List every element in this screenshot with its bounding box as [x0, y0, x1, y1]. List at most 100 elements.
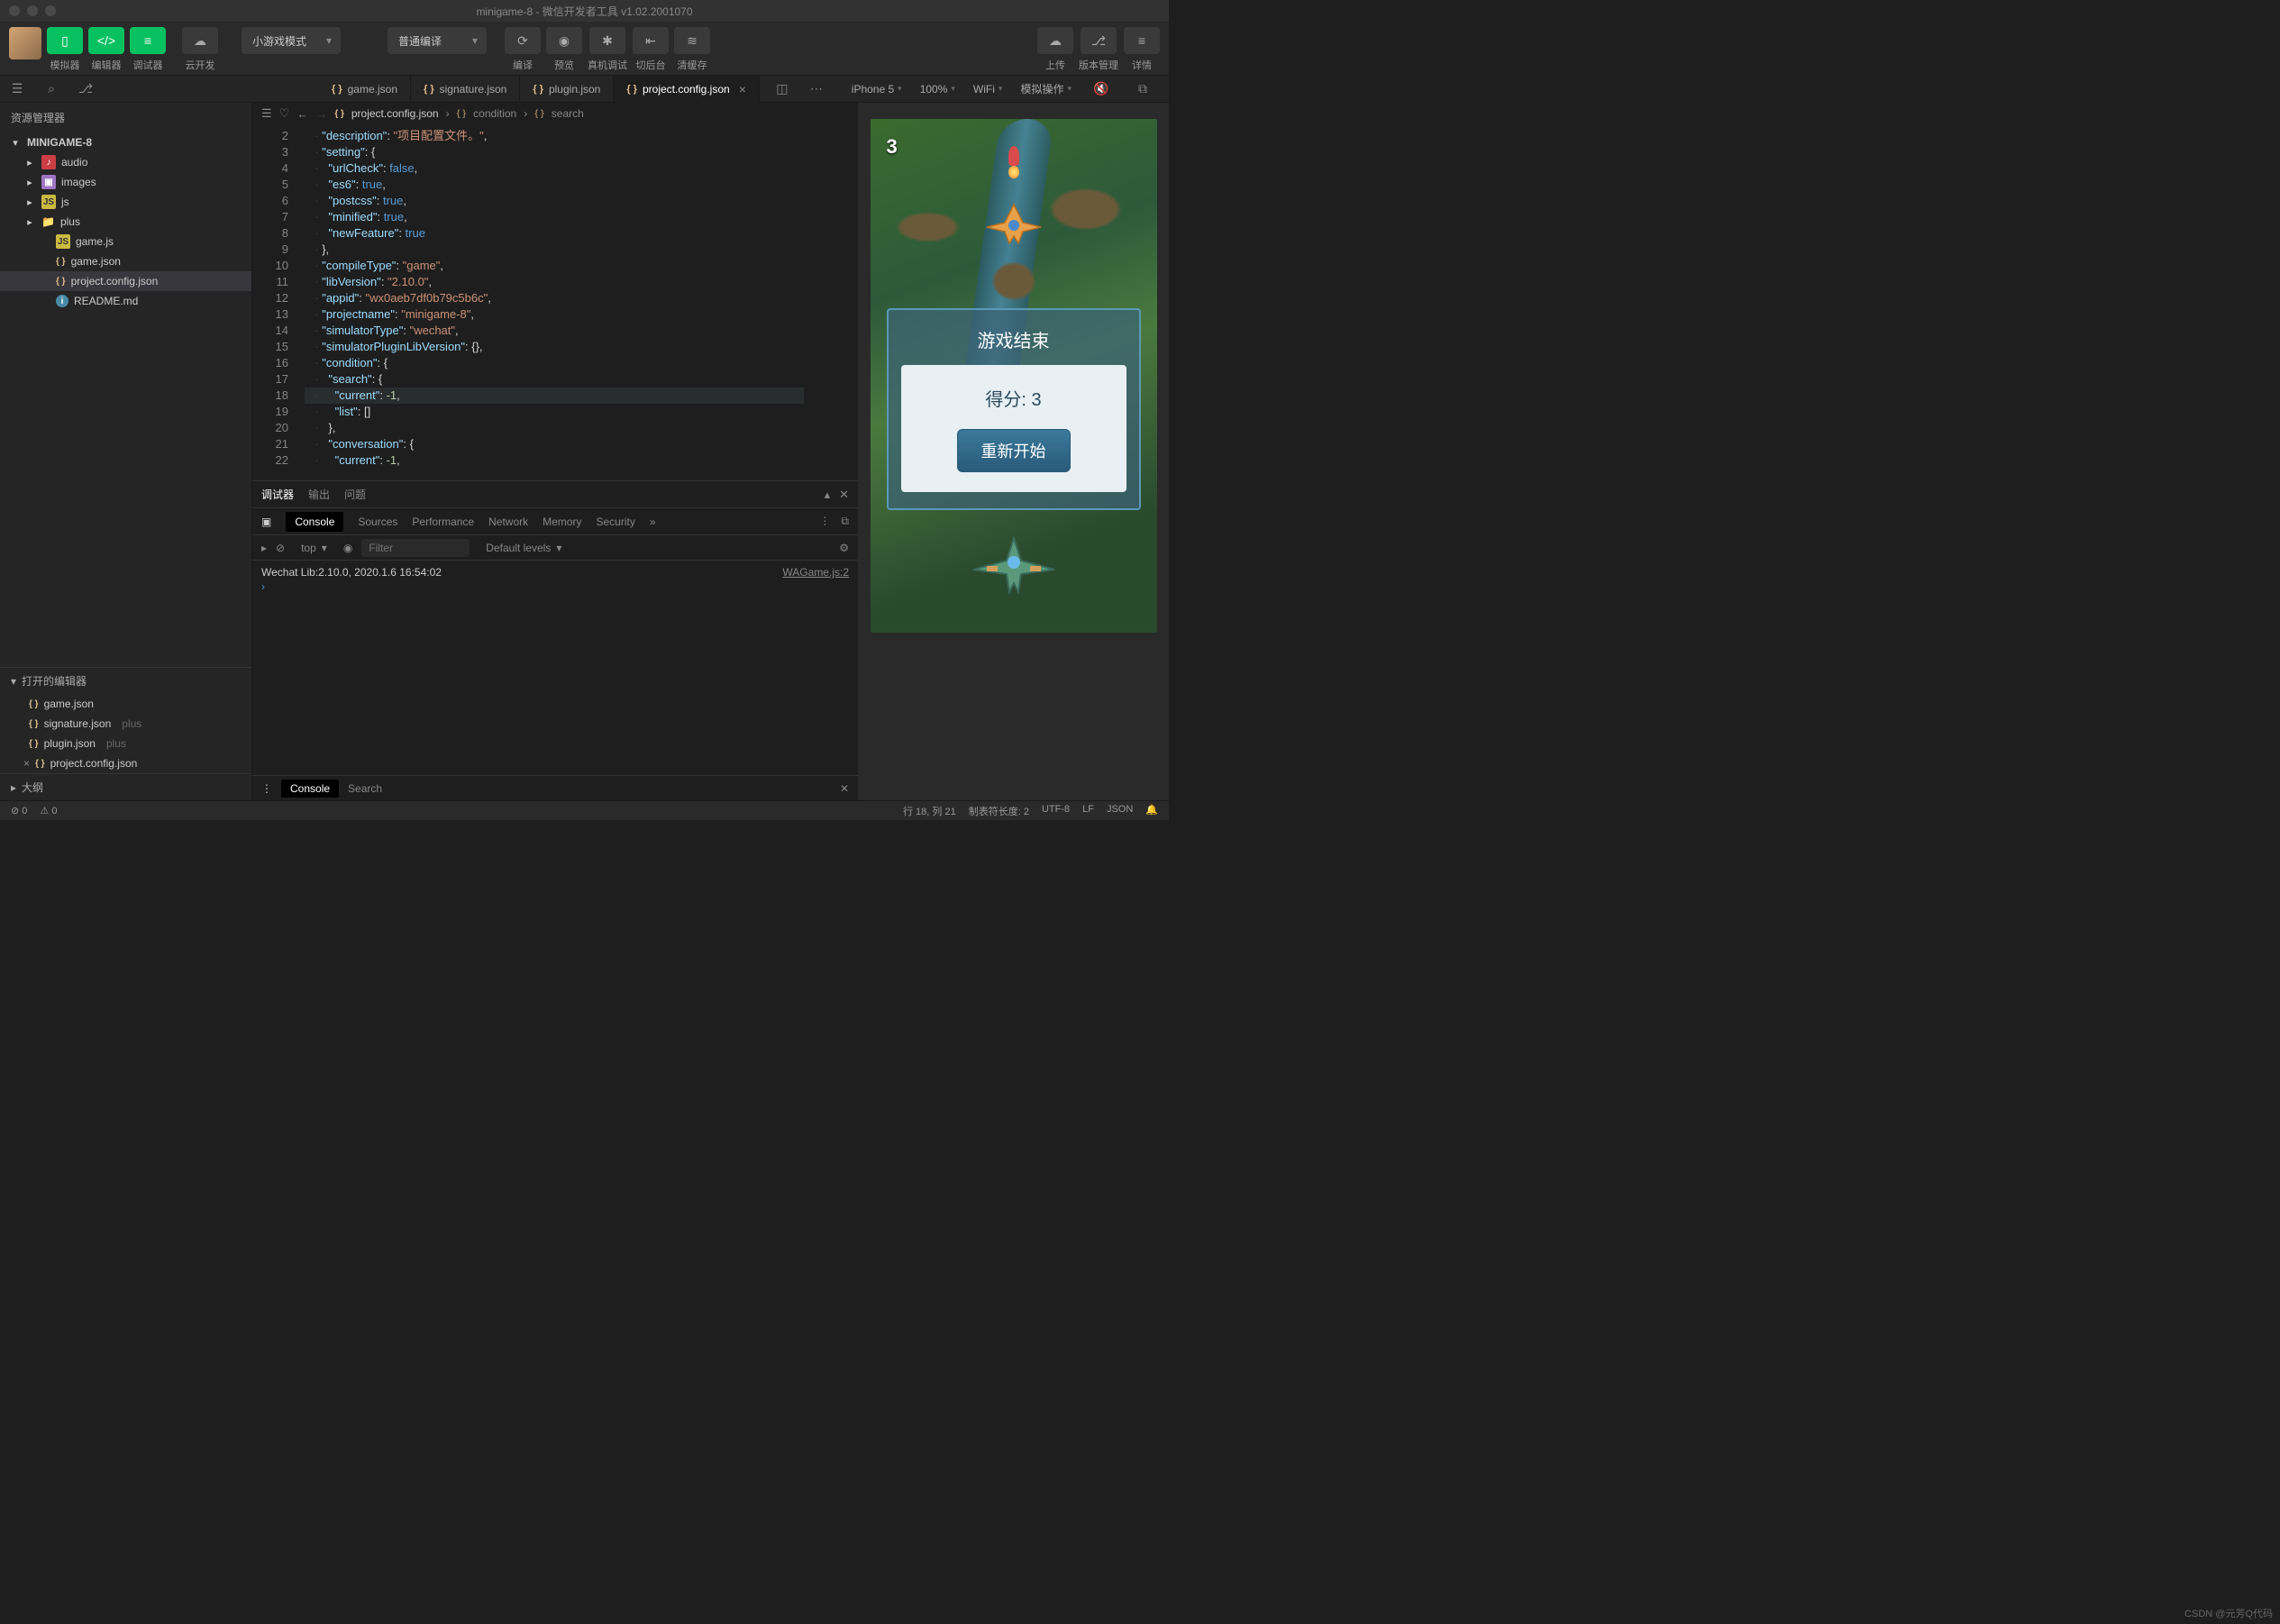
simulator-button[interactable]: ▯ [47, 27, 83, 54]
panel-tab-debugger[interactable]: 调试器 [261, 483, 294, 506]
dev-more-icon[interactable]: ⋮ [819, 515, 830, 528]
devtab-network[interactable]: Network [488, 515, 528, 528]
remote-debug-button[interactable]: ✱ [589, 27, 625, 54]
tree-item[interactable]: { }game.json [0, 251, 251, 271]
devtab-performance[interactable]: Performance [412, 515, 474, 528]
drawer-close-icon[interactable]: ✕ [840, 782, 849, 795]
bookmark-icon[interactable]: ♡ [279, 106, 290, 121]
close-icon[interactable]: × [739, 82, 746, 96]
detail-button[interactable]: ≡ [1124, 27, 1160, 54]
editor-button[interactable]: </> [88, 27, 124, 54]
list-icon[interactable]: ☰ [0, 76, 34, 103]
gear-icon[interactable]: ⚙ [839, 542, 849, 554]
close-icon[interactable]: ✕ [839, 488, 849, 502]
status-lang[interactable]: JSON [1107, 804, 1133, 818]
preview-button[interactable]: ◉ [546, 27, 582, 54]
breadcrumb-p1[interactable]: condition [473, 107, 516, 120]
game-canvas[interactable]: 3 游戏结束 得分: 3 重新开始 [871, 119, 1157, 633]
open-editor-item[interactable]: { }game.json [0, 694, 251, 714]
open-editor-item[interactable]: { }plugin.jsonplus [0, 734, 251, 753]
status-encoding[interactable]: UTF-8 [1042, 804, 1070, 818]
panel-tab-problems[interactable]: 问题 [344, 483, 366, 506]
collapse-icon[interactable]: ▴ [825, 488, 831, 502]
devtab-security[interactable]: Security [596, 515, 634, 528]
panel-tab-output[interactable]: 输出 [308, 483, 330, 506]
compile-select[interactable]: 普通编译 [388, 27, 487, 54]
popout-icon[interactable]: ⧉ [1126, 76, 1160, 103]
status-cursor[interactable]: 行 18, 列 21 [903, 804, 956, 818]
editor-tab[interactable]: { }plugin.json [520, 76, 614, 103]
tree-item[interactable]: iREADME.md [0, 291, 251, 311]
breadcrumb-p2[interactable]: search [552, 107, 584, 120]
devtab-more[interactable]: » [650, 515, 656, 528]
background-button[interactable]: ⇤ [633, 27, 669, 54]
more-icon[interactable]: ⋯ [799, 76, 834, 103]
editor-tab[interactable]: { }game.json [319, 76, 411, 103]
titlebar: minigame-8 - 微信开发者工具 v1.02.2001070 [0, 0, 1169, 22]
console-source-link[interactable]: WAGame.js:2 [782, 566, 849, 579]
code-editor[interactable]: 2345678910111213141516171819202122 · "de… [252, 124, 858, 480]
compile-button[interactable]: ⟳ [505, 27, 541, 54]
status-errors[interactable]: ⊘ 0 [11, 805, 27, 817]
devtab-memory[interactable]: Memory [543, 515, 581, 528]
drawer-console-tab[interactable]: Console [281, 780, 339, 798]
console-context-select[interactable]: top▾ [294, 540, 334, 556]
zoom-select[interactable]: 100% [915, 81, 961, 97]
status-eol[interactable]: LF [1082, 804, 1094, 818]
tree-item[interactable]: ▸JSjs [0, 192, 251, 212]
outline-header[interactable]: ▸大纲 [0, 773, 251, 800]
user-avatar[interactable] [9, 27, 41, 59]
open-editor-item[interactable]: ×{ }project.config.json [0, 753, 251, 773]
minimap[interactable] [804, 124, 858, 480]
game-score: 3 [887, 135, 898, 159]
console-output[interactable]: Wechat Lib:2.10.0, 2020.1.6 16:54:02 WAG… [252, 561, 858, 775]
tree-root[interactable]: ▾MINIGAME-8 [0, 132, 251, 152]
upload-button[interactable]: ☁ [1037, 27, 1073, 54]
sim-action-select[interactable]: 模拟操作 [1015, 79, 1077, 98]
status-tabsize[interactable]: 制表符长度: 2 [969, 804, 1029, 818]
dev-popout-icon[interactable]: ⧉ [841, 515, 849, 528]
split-icon[interactable]: ◫ [765, 76, 799, 103]
debugger-button[interactable]: ≡ [130, 27, 166, 54]
forward-icon[interactable]: → [315, 107, 327, 121]
breadcrumb-file[interactable]: project.config.json [351, 107, 439, 120]
device-select[interactable]: iPhone 5 [846, 81, 907, 97]
search-icon[interactable]: ⌕ [34, 76, 68, 103]
cloud-button[interactable]: ☁ [182, 27, 218, 54]
version-button[interactable]: ⎇ [1081, 27, 1117, 54]
mode-select[interactable]: 小游戏模式 [242, 27, 341, 54]
console-clear-icon[interactable]: ⊘ [276, 542, 285, 554]
simulator-pane: 3 游戏结束 得分: 3 重新开始 [858, 103, 1169, 800]
console-play-icon[interactable]: ▸ [261, 542, 267, 554]
tree-item[interactable]: { }project.config.json [0, 271, 251, 291]
window-title: minigame-8 - 微信开发者工具 v1.02.2001070 [0, 4, 1169, 19]
devtab-sources[interactable]: Sources [358, 515, 397, 528]
back-icon[interactable]: ← [296, 107, 308, 121]
sound-icon[interactable]: 🔇 [1084, 76, 1118, 103]
tree-item[interactable]: ▸♪audio [0, 152, 251, 172]
console-filter-input[interactable] [361, 539, 470, 557]
clear-cache-button[interactable]: ≋ [674, 27, 710, 54]
eye-icon[interactable]: ◉ [343, 542, 352, 554]
status-warnings[interactable]: ⚠ 0 [40, 805, 57, 817]
inspect-icon[interactable]: ▣ [261, 515, 271, 528]
editor-tab[interactable]: { }signature.json [411, 76, 520, 103]
drawer-more-icon[interactable]: ⋮ [261, 782, 272, 795]
console-levels-select[interactable]: Default levels▾ [479, 540, 569, 556]
network-select[interactable]: WiFi [968, 81, 1008, 97]
editor-tab[interactable]: { }project.config.json× [614, 76, 760, 103]
open-editor-item[interactable]: { }signature.jsonplus [0, 714, 251, 734]
devtab-console[interactable]: Console [286, 512, 343, 532]
tree-item[interactable]: ▸📁plus [0, 212, 251, 232]
restart-button[interactable]: 重新开始 [957, 429, 1071, 472]
dialog-score: 得分: 3 [912, 385, 1116, 411]
bell-icon[interactable]: 🔔 [1145, 804, 1158, 818]
console-prompt[interactable]: › [261, 580, 849, 593]
open-editors-header[interactable]: ▾打开的编辑器 [0, 667, 251, 694]
tree-item[interactable]: JSgame.js [0, 232, 251, 251]
branch-icon[interactable]: ⎇ [68, 76, 103, 103]
simulator-label: 模拟器 [50, 58, 80, 72]
drawer-search-tab[interactable]: Search [348, 782, 382, 795]
tree-item[interactable]: ▸▣images [0, 172, 251, 192]
list-icon[interactable]: ☰ [261, 106, 272, 121]
